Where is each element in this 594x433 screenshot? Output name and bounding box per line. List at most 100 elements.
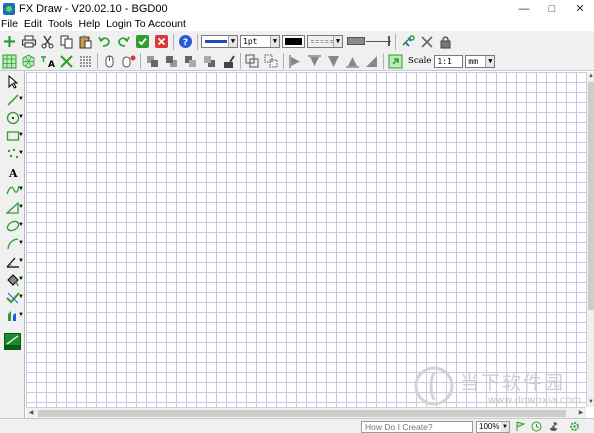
menu-tools[interactable]: Tools bbox=[48, 18, 73, 30]
toolbar-separator bbox=[173, 33, 174, 50]
secondary-toolbar: A Scale 1:1 mm ▼ bbox=[0, 52, 594, 71]
svg-text:A: A bbox=[48, 60, 55, 69]
line-width-combo[interactable]: 1pt ▼ bbox=[240, 35, 280, 48]
menu-bar: File Edit Tools Help Login To Account bbox=[0, 17, 594, 31]
chevron-down-icon: ▼ bbox=[270, 36, 279, 47]
scale-label: Scale bbox=[408, 56, 432, 66]
dash-style-combo[interactable]: ▼ bbox=[307, 35, 343, 48]
svg-text:A: A bbox=[8, 167, 18, 179]
drawing-canvas[interactable] bbox=[26, 72, 586, 407]
link-icon[interactable] bbox=[398, 32, 417, 51]
lock-icon[interactable] bbox=[436, 32, 455, 51]
check-tool[interactable]: ▼ bbox=[0, 289, 25, 307]
mouse-icon[interactable] bbox=[100, 52, 119, 71]
help-search-input[interactable] bbox=[361, 421, 473, 433]
bring-forward-icon[interactable] bbox=[181, 52, 200, 71]
send-back-icon[interactable] bbox=[162, 52, 181, 71]
chevron-down-icon: ▼ bbox=[333, 36, 342, 47]
send-backward-icon[interactable] bbox=[200, 52, 219, 71]
title-bar: FX Draw - V20.02.10 - BGD00 — □ ✕ bbox=[0, 0, 594, 17]
toolbar-separator bbox=[140, 53, 141, 69]
align-top-icon[interactable] bbox=[305, 52, 324, 71]
minimize-button[interactable]: — bbox=[510, 0, 538, 17]
chevron-down-icon: ▼ bbox=[501, 422, 509, 432]
unlink-icon[interactable] bbox=[417, 32, 436, 51]
align-center-icon[interactable] bbox=[324, 52, 343, 71]
watermark-url: www.downxia.com bbox=[488, 395, 582, 406]
radiation-icon[interactable] bbox=[547, 420, 560, 433]
vertical-scroll-thumb[interactable] bbox=[588, 82, 594, 310]
align-bottom-icon[interactable] bbox=[343, 52, 362, 71]
gear-icon[interactable] bbox=[568, 420, 581, 433]
toolbar-separator bbox=[240, 53, 241, 69]
window-title: FX Draw - V20.02.10 - BGD00 bbox=[19, 2, 168, 15]
history-icon[interactable] bbox=[530, 420, 543, 433]
copy-icon[interactable] bbox=[57, 32, 76, 51]
fxdraw-logo[interactable] bbox=[0, 331, 25, 351]
group-icon[interactable] bbox=[243, 52, 262, 71]
app-icon bbox=[3, 2, 15, 15]
dots-grid-icon[interactable] bbox=[76, 52, 95, 71]
delete-icon[interactable] bbox=[57, 52, 76, 71]
undo-icon[interactable] bbox=[95, 32, 114, 51]
export-icon[interactable] bbox=[386, 52, 405, 71]
confirm-icon[interactable] bbox=[133, 32, 152, 51]
close-button[interactable]: ✕ bbox=[566, 0, 594, 17]
arc-tool[interactable]: ▼ bbox=[0, 235, 25, 253]
maximize-button[interactable]: □ bbox=[538, 0, 566, 17]
ungroup-icon[interactable] bbox=[262, 52, 281, 71]
cancel-icon[interactable] bbox=[152, 32, 171, 51]
toolbar-separator bbox=[395, 33, 396, 50]
help-icon[interactable]: ? bbox=[176, 32, 195, 51]
new-icon[interactable] bbox=[0, 32, 19, 51]
toolbar-separator bbox=[97, 53, 98, 69]
line-color-swatch[interactable] bbox=[282, 35, 305, 48]
triangle-tool[interactable]: ▼ bbox=[0, 199, 25, 217]
select-tool[interactable] bbox=[0, 73, 25, 91]
points-tool[interactable]: ▼ bbox=[0, 145, 25, 163]
transform-tool[interactable]: ▼ bbox=[0, 307, 25, 325]
watermark-logo-icon bbox=[414, 366, 454, 406]
grid-icon[interactable] bbox=[0, 52, 19, 71]
unit-combo[interactable]: mm ▼ bbox=[465, 54, 496, 68]
zoom-combo[interactable]: 100% ▼ bbox=[476, 421, 510, 433]
line-style-combo[interactable]: ▼ bbox=[201, 35, 238, 48]
print-icon[interactable] bbox=[19, 32, 38, 51]
curve-tool[interactable]: ▼ bbox=[0, 181, 25, 199]
angle-tool[interactable]: ▼ bbox=[0, 253, 25, 271]
scroll-up-icon[interactable]: ▲ bbox=[587, 72, 594, 81]
line-tool[interactable]: ▼ bbox=[0, 91, 25, 109]
menu-help[interactable]: Help bbox=[79, 18, 101, 30]
svg-text:?: ? bbox=[183, 38, 188, 48]
align-left-icon[interactable] bbox=[286, 52, 305, 71]
iso-grid-icon[interactable] bbox=[19, 52, 38, 71]
menu-edit[interactable]: Edit bbox=[24, 18, 42, 30]
fill-style-slider[interactable] bbox=[347, 35, 393, 48]
horizontal-scroll-thumb[interactable] bbox=[38, 410, 566, 417]
tool-palette: ▼ ▼ ▼ ▼ A ▼ ▼ ▼ ▼ ▼ ▼ ▼ ▼ bbox=[0, 71, 25, 420]
scroll-down-icon[interactable]: ▼ bbox=[587, 398, 594, 407]
watermark: 当下软件园 www.downxia.com bbox=[410, 364, 586, 408]
horizontal-scrollbar[interactable]: ◀ ▶ bbox=[26, 407, 586, 418]
text-snap-icon[interactable]: A bbox=[38, 52, 57, 71]
menu-file[interactable]: File bbox=[1, 18, 18, 30]
ellipse-tool[interactable]: ▼ bbox=[0, 217, 25, 235]
cut-icon[interactable] bbox=[38, 32, 57, 51]
fill-tool[interactable]: ▼ bbox=[0, 271, 25, 289]
chevron-down-icon: ▼ bbox=[228, 36, 237, 47]
menu-login[interactable]: Login To Account bbox=[106, 18, 186, 30]
vertical-scrollbar[interactable]: ▲ ▼ bbox=[586, 72, 594, 407]
rectangle-tool[interactable]: ▼ bbox=[0, 127, 25, 145]
flag-icon[interactable] bbox=[514, 420, 527, 433]
bring-front-icon[interactable] bbox=[143, 52, 162, 71]
paste-icon[interactable] bbox=[76, 32, 95, 51]
text-tool[interactable]: A bbox=[0, 163, 25, 181]
format-painter-icon[interactable] bbox=[219, 52, 238, 71]
align-diagonal-icon[interactable] bbox=[362, 52, 381, 71]
toolbar-separator bbox=[197, 33, 198, 50]
redo-icon[interactable] bbox=[114, 32, 133, 51]
scale-input[interactable]: 1:1 bbox=[434, 54, 464, 68]
circle-tool[interactable]: ▼ bbox=[0, 109, 25, 127]
main-toolbar: ? ▼ 1pt ▼ ▼ bbox=[0, 31, 594, 52]
mouse-options-icon[interactable] bbox=[119, 52, 138, 71]
